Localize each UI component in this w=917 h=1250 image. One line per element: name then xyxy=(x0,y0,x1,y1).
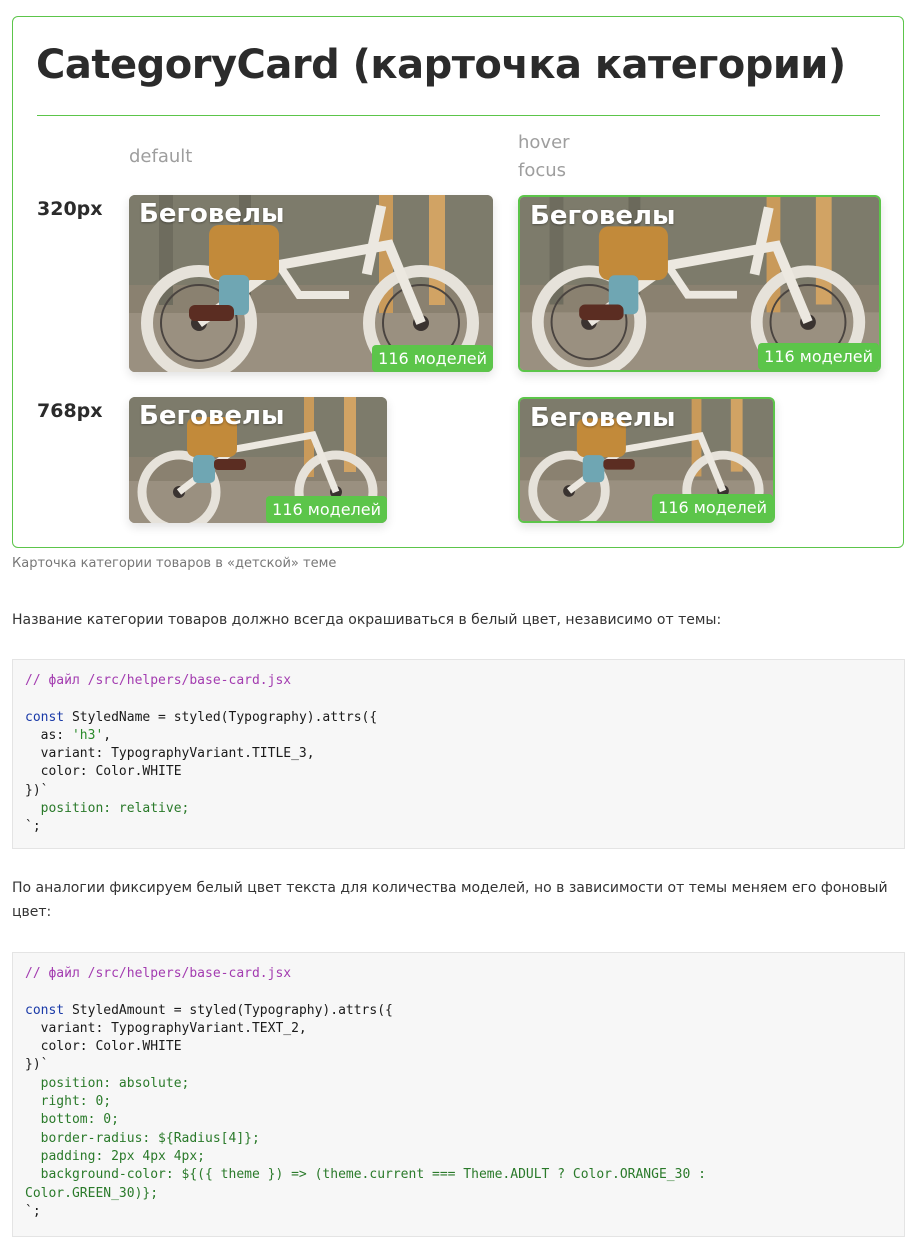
code-line: })` xyxy=(25,1057,49,1073)
code-block-styled-amount: // файл /src/helpers/base-card.jsx const… xyxy=(12,952,905,1237)
code-line: border-radius: ${Radius[4]}; xyxy=(25,1130,260,1146)
card-title: Беговелы xyxy=(139,401,285,431)
code-line: bottom: 0; xyxy=(25,1112,119,1128)
card-amount-badge: 116 моделей xyxy=(266,496,387,523)
code-line: position: absolute; xyxy=(25,1075,190,1091)
category-card-320-default[interactable]: Беговелы 116 моделей xyxy=(129,195,493,372)
card-amount-badge: 116 моделей xyxy=(758,343,879,370)
code-line: `; xyxy=(25,819,41,835)
state-label-default: default xyxy=(129,146,193,167)
category-card-768-focus[interactable]: Беговелы 116 моделей xyxy=(518,397,775,523)
code-line: as: xyxy=(25,727,72,743)
figure-caption: Карточка категории товаров в «детской» т… xyxy=(12,556,337,571)
card-title: Беговелы xyxy=(530,403,676,433)
code-comment: // файл /src/helpers/base-card.jsx xyxy=(25,966,292,981)
code-line: position: relative; xyxy=(25,801,190,817)
state-label-hover: hover xyxy=(518,132,570,153)
code-line: Color.GREEN_30)}; xyxy=(25,1185,159,1201)
paragraph-amount-color: По аналогии фиксируем белый цвет текста … xyxy=(12,880,888,920)
showcase-title: CategoryCard (карточка категории) xyxy=(36,42,846,88)
code-line: background-color: ${({ theme }) => (them… xyxy=(25,1167,706,1183)
code-keyword: const xyxy=(25,709,65,725)
category-card-768-default[interactable]: Беговелы 116 моделей xyxy=(129,397,387,523)
code-line: StyledAmount = styled(Typography).attrs(… xyxy=(64,1002,393,1018)
size-label-320: 320px xyxy=(37,198,103,220)
category-card-320-focus[interactable]: Беговелы 116 моделей xyxy=(518,195,881,372)
code-line: `; xyxy=(25,1203,41,1219)
card-title: Беговелы xyxy=(530,201,676,231)
card-title: Беговелы xyxy=(139,199,285,229)
code-line: variant: TypographyVariant.TITLE_3, xyxy=(25,746,315,762)
code-line: })` xyxy=(25,782,49,798)
code-line: padding: 2px 4px 4px; xyxy=(25,1148,206,1164)
code-block-styled-name: // файл /src/helpers/base-card.jsx const… xyxy=(12,659,905,849)
title-divider xyxy=(37,115,880,116)
code-string: 'h3' xyxy=(71,727,104,743)
code-line: color: Color.WHITE xyxy=(25,764,182,780)
code-line: color: Color.WHITE xyxy=(25,1039,182,1055)
size-label-768: 768px xyxy=(37,400,103,422)
card-amount-badge: 116 моделей xyxy=(372,345,493,372)
paragraph-name-color: Название категории товаров должно всегда… xyxy=(12,612,722,628)
code-line: variant: TypographyVariant.TEXT_2, xyxy=(25,1020,307,1036)
code-keyword: const xyxy=(25,1002,65,1018)
code-comment: // файл /src/helpers/base-card.jsx xyxy=(25,673,292,688)
code-line: , xyxy=(103,727,112,743)
code-line: StyledName = styled(Typography).attrs({ xyxy=(64,709,378,725)
state-label-focus: focus xyxy=(518,160,567,181)
code-line: right: 0; xyxy=(25,1094,112,1110)
card-amount-badge: 116 моделей xyxy=(652,494,773,521)
